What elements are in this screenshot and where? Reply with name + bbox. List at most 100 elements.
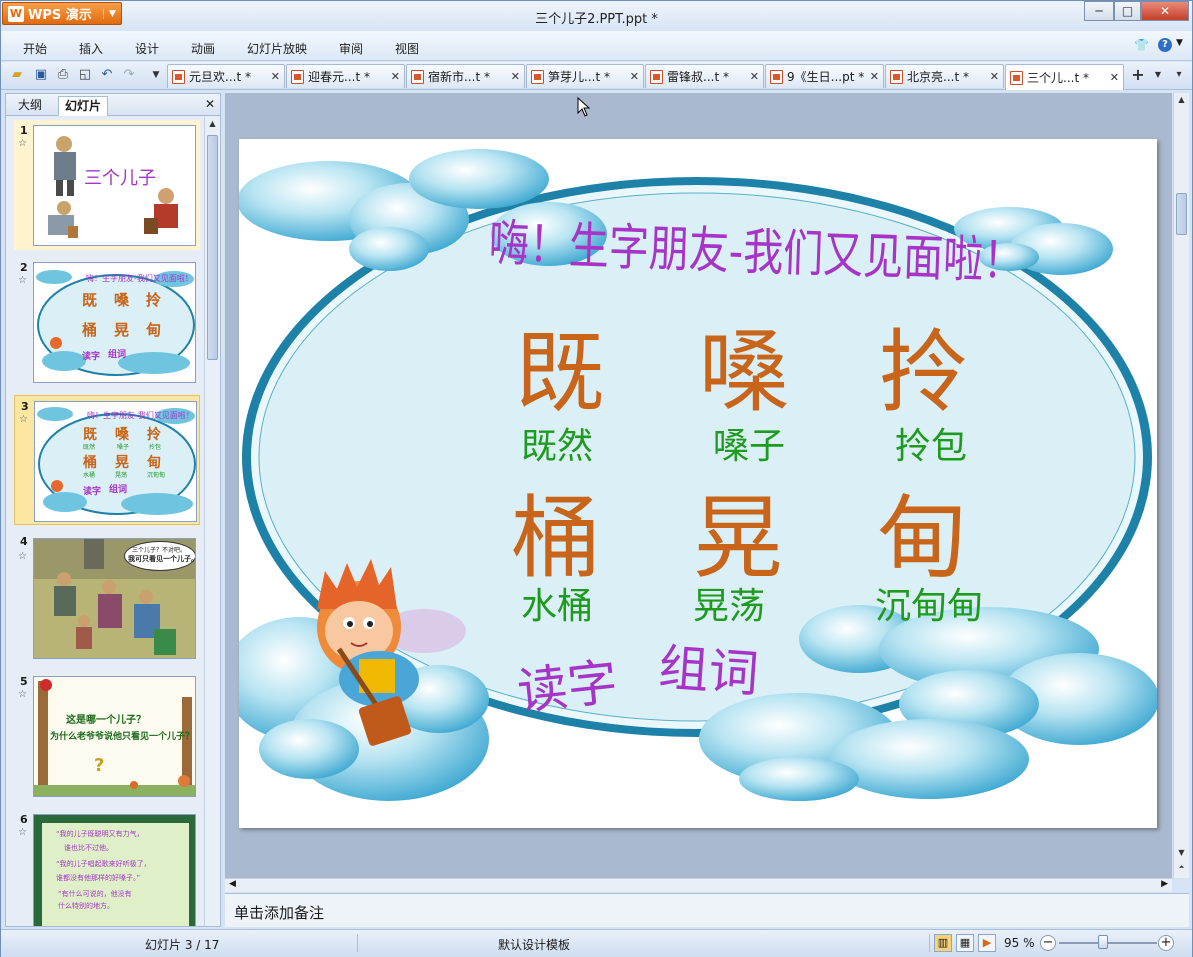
menu-design[interactable]: 设计 bbox=[135, 40, 159, 57]
slide-make-words[interactable]: 组词 bbox=[657, 628, 762, 707]
slide-char-huang[interactable]: 晃 bbox=[693, 465, 783, 595]
doc-tab-3[interactable]: 宿新市...t * ✕ bbox=[406, 64, 525, 88]
menu-insert[interactable]: 插入 bbox=[79, 40, 103, 57]
thumbnail-1-title: 三个儿子 bbox=[84, 168, 156, 189]
slide-word-chendiandian[interactable]: 沉甸甸 bbox=[875, 577, 983, 629]
tab-close-icon[interactable]: ✕ bbox=[630, 70, 639, 83]
slide-word-shuitong[interactable]: 水桶 bbox=[521, 577, 593, 629]
skin-icon[interactable]: 👕 bbox=[1134, 38, 1149, 52]
scroll-down-icon[interactable]: ▼ bbox=[1174, 846, 1189, 860]
animation-star-icon: ☆ bbox=[18, 551, 27, 562]
undo-icon[interactable]: ↶ bbox=[99, 67, 115, 83]
doc-tab-6[interactable]: 9《生日...pt * ✕ bbox=[765, 64, 884, 88]
slide-word-jiran[interactable]: 既然 bbox=[521, 417, 593, 469]
save-icon[interactable]: ▣ bbox=[33, 67, 49, 83]
slide-editor: 嗨！生字朋友-我们又见面啦！ 既 嗓 拎 既然 嗓子 拎包 桶 晃 甸 水桶 晃… bbox=[225, 93, 1172, 878]
tab-outline[interactable]: 大纲 bbox=[12, 96, 48, 116]
doc-tab-7[interactable]: 北京亮...t * ✕ bbox=[885, 64, 1004, 88]
dropdown-icon[interactable]: ▼ bbox=[148, 67, 164, 83]
close-button[interactable]: ✕ bbox=[1141, 1, 1189, 21]
open-icon[interactable]: ▰ bbox=[9, 67, 25, 83]
slide-sorter-icon[interactable]: ▦ bbox=[956, 934, 974, 952]
scrollbar-thumb[interactable] bbox=[1176, 193, 1187, 235]
window-title: 三个儿子2.PPT.ppt * bbox=[535, 12, 658, 27]
ppt-file-icon bbox=[411, 69, 424, 84]
ppt-file-icon bbox=[172, 69, 185, 84]
tab-close-icon[interactable]: ✕ bbox=[750, 70, 759, 83]
scroll-up-icon[interactable]: ▲ bbox=[205, 117, 220, 131]
slide-word-sangzi[interactable]: 嗓子 bbox=[713, 417, 785, 469]
slide-word-linbao[interactable]: 拎包 bbox=[895, 417, 967, 469]
help-icon[interactable]: ? bbox=[1158, 38, 1172, 52]
maximize-button[interactable]: □ bbox=[1114, 1, 1141, 21]
template-name: 默认设计模板 bbox=[498, 938, 571, 952]
scroll-left-icon[interactable]: ◀ bbox=[229, 879, 236, 889]
slide-thumbnail-4[interactable]: 4 ☆ 三个儿子？不对吧。 我可只看见一个儿子。 bbox=[14, 533, 200, 663]
prev-slide-icon[interactable]: ⏶ bbox=[1174, 860, 1189, 874]
thumbnail-list: 1 ☆ 三个儿子 2 ☆ 嗨！生字朋友-我们又见面啦！ 既 嗓 拎 桶 晃 甸 … bbox=[6, 117, 204, 926]
tab-close-icon[interactable]: ✕ bbox=[1110, 71, 1119, 84]
doc-tab-4[interactable]: 笋芽儿...t * ✕ bbox=[526, 64, 644, 88]
doc-tab-5[interactable]: 雷锋叔...t * ✕ bbox=[645, 64, 764, 88]
slide-thumbnail-6[interactable]: 6 ☆ “我的儿子既聪明又有力气， 谁也比不过他。 “我的儿子唱起歌来好听极了，… bbox=[14, 809, 200, 926]
slide-thumbnail-1[interactable]: 1 ☆ 三个儿子 bbox=[14, 120, 200, 250]
tab-close-icon[interactable]: ✕ bbox=[391, 70, 400, 83]
menu-review[interactable]: 审阅 bbox=[339, 40, 363, 57]
tab-slides[interactable]: 幻灯片 bbox=[58, 96, 109, 116]
panel-tabs: 大纲 幻灯片 ✕ bbox=[6, 94, 220, 116]
print-icon[interactable]: ⎙ bbox=[55, 67, 71, 83]
slide-read-chars[interactable]: 读字 bbox=[514, 642, 621, 724]
zoom-slider-handle[interactable] bbox=[1098, 935, 1109, 949]
slideshow-icon[interactable]: ▶ bbox=[978, 934, 996, 952]
doc-tab-1[interactable]: 元旦欢...t * ✕ bbox=[167, 64, 285, 88]
chevron-down-icon[interactable]: ▼ bbox=[1176, 38, 1183, 48]
scrollbar-thumb[interactable] bbox=[207, 135, 218, 360]
slide-char-tong[interactable]: 桶 bbox=[511, 465, 601, 595]
new-tab-button[interactable]: + bbox=[1130, 67, 1146, 83]
tab-close-icon[interactable]: ✕ bbox=[870, 70, 879, 83]
ppt-file-icon bbox=[531, 69, 544, 84]
zoom-out-button[interactable]: − bbox=[1040, 935, 1056, 951]
notes-placeholder[interactable]: 单击添加备注 bbox=[234, 902, 324, 923]
slide-word-huangdang[interactable]: 晃荡 bbox=[693, 577, 765, 629]
slide-char-lin[interactable]: 拎 bbox=[879, 299, 969, 429]
minimize-button[interactable]: ─ bbox=[1084, 1, 1114, 21]
normal-view-icon[interactable]: ▥ bbox=[934, 934, 952, 952]
slide-counter: 幻灯片 3 / 17 bbox=[145, 938, 220, 952]
slide-canvas[interactable]: 嗨！生字朋友-我们又见面啦！ 既 嗓 拎 既然 嗓子 拎包 桶 晃 甸 水桶 晃… bbox=[239, 139, 1157, 828]
scroll-right-icon[interactable]: ▶ bbox=[1161, 879, 1168, 889]
tab-close-icon[interactable]: ✕ bbox=[511, 70, 520, 83]
slide-thumbnail-3[interactable]: 3 ☆ 嗨！生字朋友-我们又见面啦！ 既 嗓 拎 既然 嗓子 拎包 桶 晃 甸 … bbox=[14, 395, 200, 525]
animation-star-icon: ☆ bbox=[18, 689, 27, 700]
slide-char-sang[interactable]: 嗓 bbox=[699, 299, 789, 429]
slide-thumbnail-5[interactable]: 5 ☆ 这是哪一个儿子？ 为什么老爷爷说他只看见一个儿子？ ? bbox=[14, 671, 200, 801]
editor-vertical-scrollbar[interactable]: ▲ ▼ ⏶ bbox=[1173, 93, 1189, 878]
preview-icon[interactable]: ◱ bbox=[77, 67, 93, 83]
animation-star-icon: ☆ bbox=[18, 275, 27, 286]
ppt-file-icon bbox=[890, 69, 903, 84]
menu-animation[interactable]: 动画 bbox=[191, 40, 215, 57]
menu-view[interactable]: 视图 bbox=[395, 40, 419, 57]
slides-panel: 大纲 幻灯片 ✕ 1 ☆ 三个儿子 2 ☆ 嗨！生字朋友-我们又见面啦！ 既 嗓… bbox=[5, 93, 221, 927]
slide-char-ji[interactable]: 既 bbox=[515, 299, 605, 429]
doc-tab-2[interactable]: 迎春元...t * ✕ bbox=[286, 64, 405, 88]
animation-star-icon: ☆ bbox=[18, 827, 27, 838]
slide-thumbnail-2[interactable]: 2 ☆ 嗨！生字朋友-我们又见面啦！ 既 嗓 拎 桶 晃 甸 读字 组词 bbox=[14, 257, 200, 387]
notes-pane[interactable]: 单击添加备注 bbox=[225, 893, 1189, 927]
status-bar: 幻灯片 3 / 17 默认设计模板 ▥ ▦ ▶ 95 % − + bbox=[1, 929, 1192, 957]
editor-horizontal-scrollbar[interactable]: ◀ ▶ bbox=[225, 878, 1172, 892]
menu-home[interactable]: 开始 bbox=[23, 40, 47, 57]
tab-close-icon[interactable]: ✕ bbox=[990, 70, 999, 83]
thumbnails-scrollbar[interactable]: ▲ bbox=[204, 117, 220, 926]
tab-close-icon[interactable]: ✕ bbox=[271, 70, 280, 83]
menu-slideshow[interactable]: 幻灯片放映 bbox=[247, 40, 307, 57]
panel-close-icon[interactable]: ✕ bbox=[205, 97, 215, 111]
tab-list-icon[interactable]: ▾ bbox=[1171, 67, 1187, 83]
redo-icon[interactable]: ↷ bbox=[121, 67, 137, 83]
scroll-up-icon[interactable]: ▲ bbox=[1174, 93, 1189, 107]
menu-bar: 开始 插入 设计 动画 幻灯片放映 审阅 视图 👕 ? ▼ bbox=[1, 31, 1192, 61]
slide-char-dian[interactable]: 甸 bbox=[877, 465, 967, 595]
doc-tab-8-active[interactable]: 三个儿...t * ✕ bbox=[1005, 64, 1124, 90]
zoom-in-button[interactable]: + bbox=[1158, 935, 1174, 951]
chevron-down-icon[interactable]: ▼ bbox=[1150, 67, 1166, 83]
